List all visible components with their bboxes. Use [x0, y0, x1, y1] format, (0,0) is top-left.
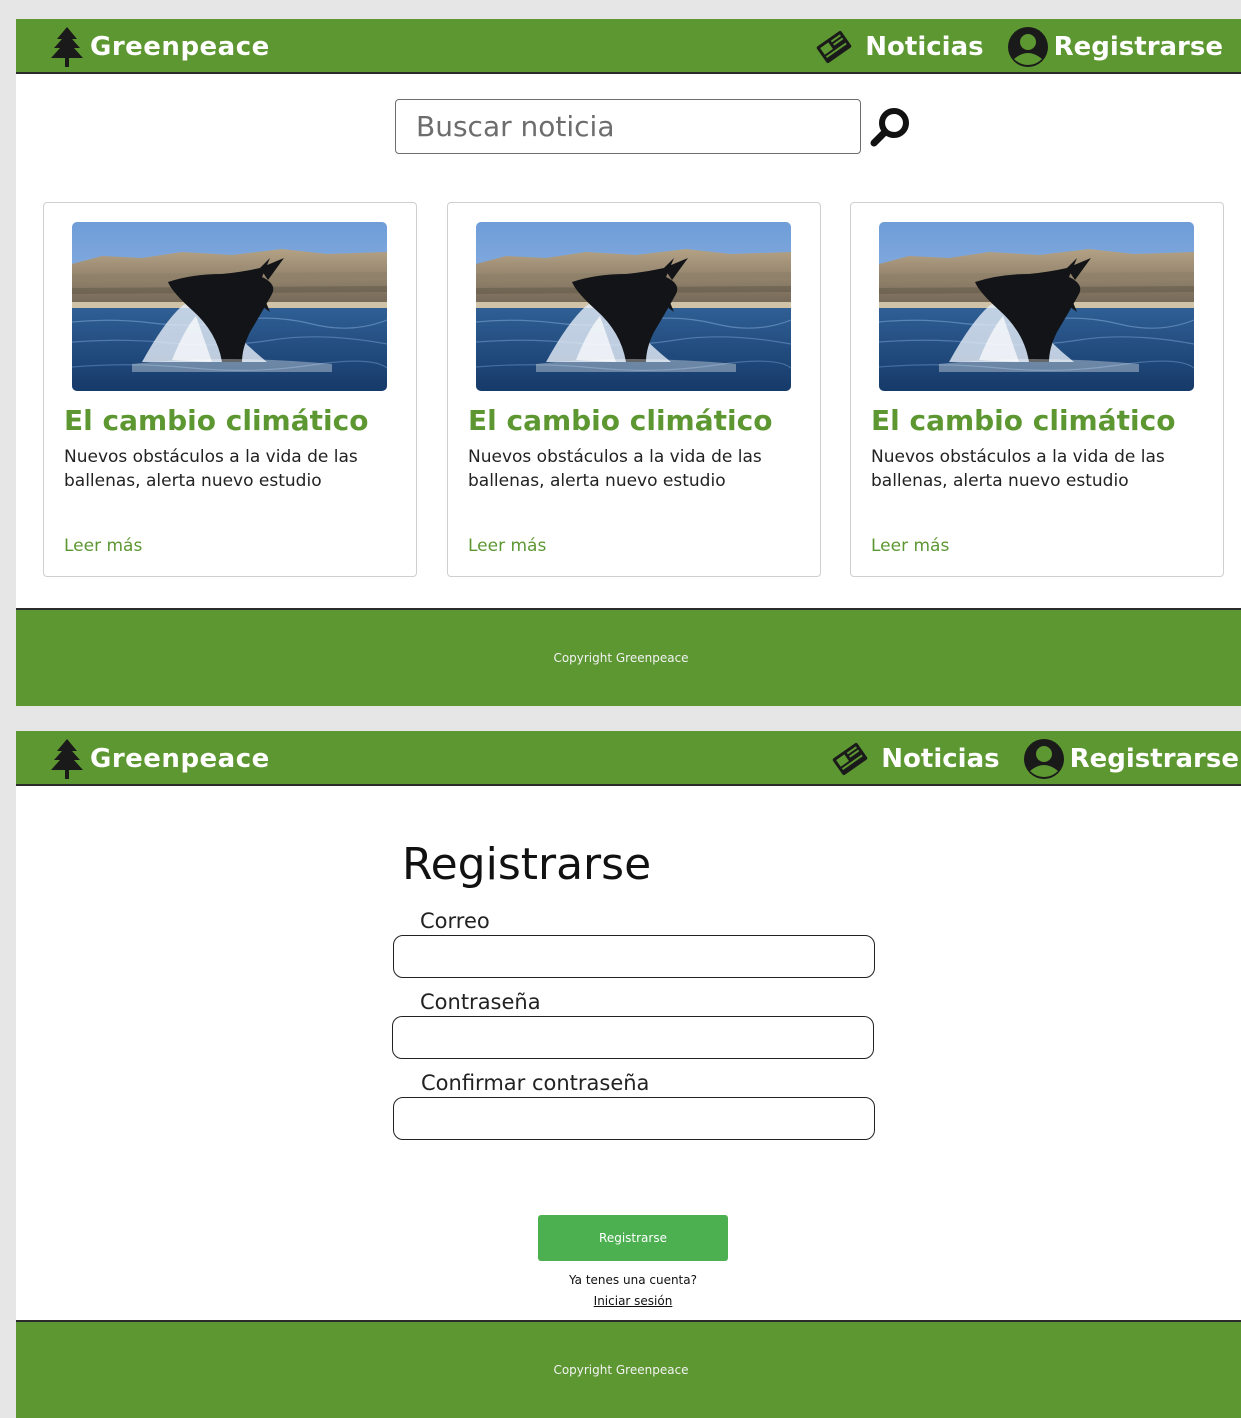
whale-breaching-photo: [879, 222, 1194, 391]
read-more-link[interactable]: Leer más: [468, 536, 546, 556]
nav-register-label: Registrarse: [1053, 32, 1223, 62]
navbar: Greenpeace Noticias Registrarse: [16, 731, 1241, 786]
footer: Copyright Greenpeace: [16, 1320, 1241, 1418]
brand-name: Greenpeace: [90, 32, 270, 62]
nav-links: Noticias Registrarse: [829, 737, 1239, 781]
nav-news-label: Noticias: [865, 32, 984, 62]
search-input[interactable]: [395, 99, 861, 154]
login-link[interactable]: Iniciar sesión: [594, 1294, 673, 1308]
brand-logo[interactable]: Greenpeace: [50, 25, 270, 69]
brand-logo[interactable]: Greenpeace: [50, 737, 270, 781]
nav-register-link[interactable]: Registrarse: [1006, 25, 1223, 69]
register-button[interactable]: Registrarse: [538, 1215, 728, 1261]
card-description: Nuevos obstáculos a la vida de las balle…: [64, 447, 358, 491]
news-page: Greenpeace Noticias Registrarse Buscar n…: [16, 19, 1241, 706]
navbar: Greenpeace Noticias Registrarse: [16, 19, 1241, 74]
page-title: Registrarse: [402, 839, 652, 890]
read-more-link[interactable]: Leer más: [64, 536, 142, 556]
card-title: El cambio climático: [468, 404, 773, 437]
card-description: Nuevos obstáculos a la vida de las balle…: [871, 447, 1165, 491]
register-page: Greenpeace Noticias Registrarse Registra…: [16, 731, 1241, 1418]
brand-name: Greenpeace: [90, 744, 270, 774]
copyright-text: Copyright Greenpeace: [553, 1363, 689, 1377]
card-title: El cambio climático: [64, 404, 369, 437]
user-avatar-icon: [1007, 27, 1048, 67]
search-icon: [870, 108, 909, 147]
password-field[interactable]: [392, 1016, 874, 1059]
confirm-password-field[interactable]: [393, 1097, 875, 1140]
newspaper-icon: [833, 742, 868, 776]
tree-icon: [51, 739, 83, 779]
copyright-text: Copyright Greenpeace: [553, 651, 689, 665]
have-account-text: Ya tenes una cuenta?: [569, 1273, 697, 1287]
nav-register-link[interactable]: Registrarse: [1022, 737, 1239, 781]
read-more-link[interactable]: Leer más: [871, 536, 949, 556]
email-field[interactable]: [393, 935, 875, 978]
news-card: El cambio climático Nuevos obstáculos a …: [447, 202, 821, 577]
email-label: Correo: [420, 909, 490, 933]
whale-breaching-photo: [476, 222, 791, 391]
nav-links: Noticias Registrarse: [813, 25, 1223, 69]
whale-breaching-photo: [72, 222, 387, 391]
user-avatar-icon: [1023, 739, 1064, 779]
password-label: Contraseña: [420, 990, 541, 1014]
nav-register-label: Registrarse: [1069, 744, 1239, 774]
nav-news-link[interactable]: Noticias: [829, 739, 1000, 779]
tree-icon: [51, 27, 83, 67]
card-description: Nuevos obstáculos a la vida de las balle…: [468, 447, 762, 491]
confirm-password-label: Confirmar contraseña: [421, 1071, 650, 1095]
news-card: El cambio climático Nuevos obstáculos a …: [43, 202, 417, 577]
newspaper-icon: [817, 30, 852, 64]
footer: Copyright Greenpeace: [16, 608, 1241, 706]
search-button[interactable]: [867, 103, 915, 151]
card-title: El cambio climático: [871, 404, 1176, 437]
nav-news-link[interactable]: Noticias: [813, 27, 984, 67]
nav-news-label: Noticias: [881, 744, 1000, 774]
login-link-wrapper: Iniciar sesión: [16, 1294, 1241, 1308]
news-card: El cambio climático Nuevos obstáculos a …: [850, 202, 1224, 577]
